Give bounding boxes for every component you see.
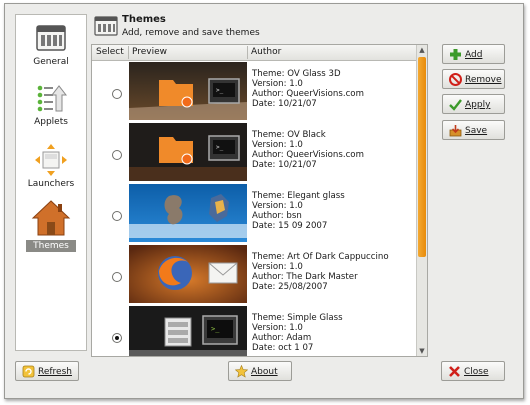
save-box-icon bbox=[449, 125, 462, 137]
close-button[interactable]: Close bbox=[441, 361, 505, 381]
add-button[interactable]: Add bbox=[442, 44, 505, 64]
theme-version: Version: 1.0 bbox=[252, 201, 303, 211]
table-row[interactable]: >_ Theme: Simple Glass Version: 1.0 Auth… bbox=[92, 305, 417, 356]
svg-text:>_: >_ bbox=[211, 325, 220, 333]
sidebar-item-label: Themes bbox=[26, 240, 76, 252]
sidebar-item-themes[interactable]: Themes bbox=[16, 198, 86, 252]
no-entry-icon bbox=[449, 73, 462, 86]
awn-manager-window: General Applets Launchers Themes Themes … bbox=[4, 3, 524, 399]
scroll-down-arrow-icon[interactable]: ▼ bbox=[417, 346, 427, 356]
column-header-preview[interactable]: Preview bbox=[132, 47, 167, 57]
close-icon bbox=[449, 366, 460, 377]
select-radio[interactable] bbox=[112, 150, 122, 160]
sidebar-item-label: Applets bbox=[34, 117, 68, 127]
theme-author: Author: QueerVisions.com bbox=[252, 89, 364, 99]
table-row[interactable]: >_ Theme: OV Black Version: 1.0 Author: … bbox=[92, 122, 417, 183]
star-icon bbox=[235, 365, 248, 378]
elegant-glass-preview bbox=[129, 184, 247, 242]
theme-info: Theme: Simple Glass Version: 1.0 Author:… bbox=[252, 313, 343, 353]
theme-date: Date: 25/08/2007 bbox=[252, 282, 328, 292]
plus-icon bbox=[450, 49, 461, 60]
table-row[interactable]: Theme: Elegant glass Version: 1.0 Author… bbox=[92, 183, 417, 244]
theme-info: Theme: OV Glass 3D Version: 1.0 Author: … bbox=[252, 69, 364, 109]
theme-version: Version: 1.0 bbox=[252, 323, 303, 333]
theme-info: Theme: Elegant glass Version: 1.0 Author… bbox=[252, 191, 345, 231]
themes-table: Select Preview Author >_ Theme: OV Glass… bbox=[91, 44, 428, 357]
page-title: Themes bbox=[122, 14, 166, 25]
simple-glass-preview: >_ bbox=[129, 306, 247, 356]
remove-button[interactable]: Remove bbox=[442, 69, 505, 89]
sidebar-item-applets[interactable]: Applets bbox=[16, 81, 86, 127]
theme-date: Date: 10/21/07 bbox=[252, 160, 317, 170]
sidebar-item-label: Launchers bbox=[27, 179, 75, 189]
launchers-icon bbox=[35, 144, 67, 176]
scrollbar-thumb[interactable] bbox=[418, 57, 426, 257]
page-subtitle: Add, remove and save themes bbox=[122, 28, 260, 38]
ov-black-preview: >_ bbox=[129, 123, 247, 181]
theme-info: Theme: Art Of Dark Cappuccino Version: 1… bbox=[252, 252, 389, 292]
themes-header-icon bbox=[94, 16, 118, 36]
vertical-scrollbar[interactable]: ▲ ▼ bbox=[416, 45, 427, 356]
apply-button[interactable]: Apply bbox=[442, 94, 505, 114]
table-row[interactable]: Theme: Art Of Dark Cappuccino Version: 1… bbox=[92, 244, 417, 305]
select-radio[interactable] bbox=[112, 89, 122, 99]
sidebar-item-general[interactable]: General bbox=[16, 21, 86, 67]
theme-date: Date: 10/21/07 bbox=[252, 99, 317, 109]
svg-text:>_: >_ bbox=[216, 144, 224, 151]
save-button[interactable]: Save bbox=[442, 120, 505, 140]
theme-name: Theme: Elegant glass bbox=[252, 191, 345, 201]
sidebar-item-label: General bbox=[33, 57, 69, 67]
theme-date: Date: 15 09 2007 bbox=[252, 221, 328, 231]
theme-version: Version: 1.0 bbox=[252, 79, 303, 89]
about-button[interactable]: About bbox=[228, 361, 292, 381]
theme-date: Date: oct 1 07 bbox=[252, 343, 314, 353]
house-icon bbox=[31, 200, 71, 236]
select-radio[interactable] bbox=[112, 333, 122, 343]
theme-name: Theme: Simple Glass bbox=[252, 313, 343, 323]
theme-version: Version: 1.0 bbox=[252, 262, 303, 272]
select-radio[interactable] bbox=[112, 211, 122, 221]
applets-icon bbox=[37, 85, 68, 112]
select-radio[interactable] bbox=[112, 272, 122, 282]
theme-name: Theme: OV Glass 3D bbox=[252, 69, 341, 79]
column-header-author[interactable]: Author bbox=[251, 47, 281, 57]
svg-text:>_: >_ bbox=[216, 87, 224, 94]
general-icon bbox=[36, 25, 66, 51]
table-header: Select Preview Author bbox=[92, 45, 417, 61]
theme-name: Theme: Art Of Dark Cappuccino bbox=[252, 252, 389, 262]
theme-author: Author: Adam bbox=[252, 333, 312, 343]
theme-name: Theme: OV Black bbox=[252, 130, 326, 140]
theme-author: Author: bsn bbox=[252, 211, 302, 221]
refresh-button[interactable]: Refresh bbox=[15, 361, 79, 381]
scroll-up-arrow-icon[interactable]: ▲ bbox=[417, 45, 427, 55]
theme-author: Author: The Dark Master bbox=[252, 272, 358, 282]
table-body: >_ Theme: OV Glass 3D Version: 1.0 Autho… bbox=[92, 61, 417, 356]
theme-version: Version: 1.0 bbox=[252, 140, 303, 150]
checkmark-icon bbox=[449, 99, 462, 111]
column-header-select[interactable]: Select bbox=[96, 47, 124, 57]
table-row[interactable]: >_ Theme: OV Glass 3D Version: 1.0 Autho… bbox=[92, 61, 417, 122]
refresh-icon bbox=[22, 365, 35, 378]
sidebar-item-launchers[interactable]: Launchers bbox=[16, 143, 86, 189]
ov-glass-3d-preview: >_ bbox=[129, 62, 247, 120]
theme-info: Theme: OV Black Version: 1.0 Author: Que… bbox=[252, 130, 364, 170]
sidebar: General Applets Launchers Themes bbox=[15, 14, 87, 351]
theme-author: Author: QueerVisions.com bbox=[252, 150, 364, 160]
dark-cappuccino-preview bbox=[129, 245, 247, 303]
